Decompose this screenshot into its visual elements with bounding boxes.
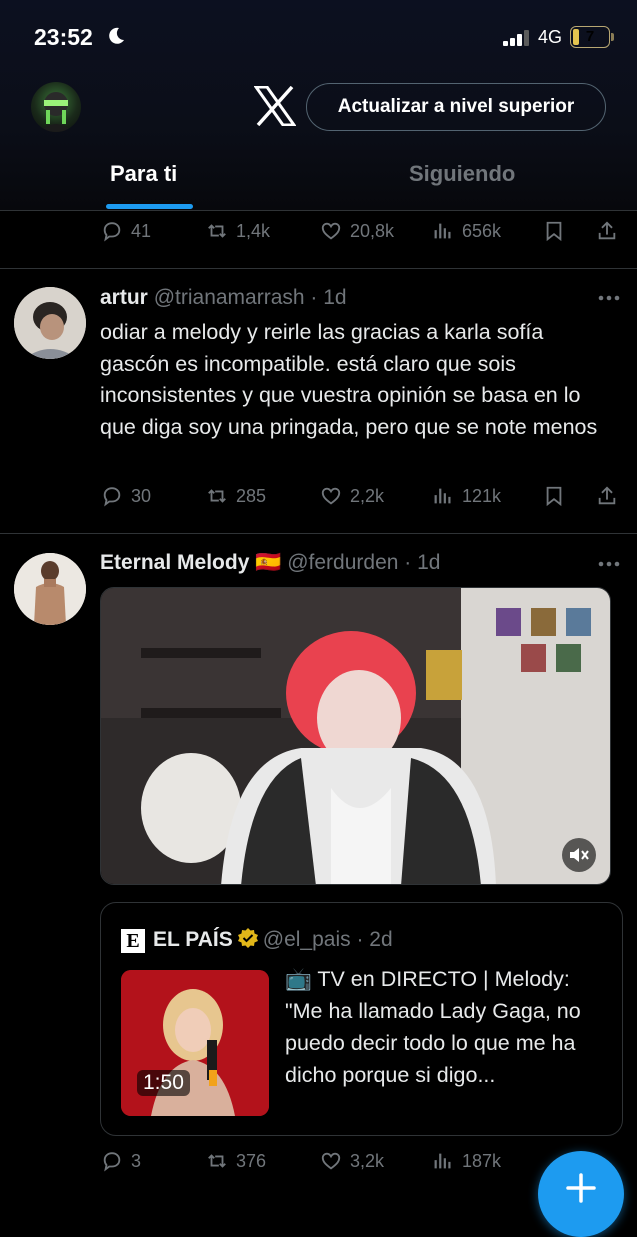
more-icon[interactable] xyxy=(597,294,621,302)
mute-icon xyxy=(570,848,589,862)
repost-button[interactable]: 285 xyxy=(206,485,266,507)
views-count: 121k xyxy=(462,485,502,506)
share-button[interactable] xyxy=(596,485,618,507)
repost-button[interactable]: 1,4k xyxy=(206,220,270,242)
share-icon xyxy=(598,221,616,240)
quoted-author-name[interactable]: EL PAÍS xyxy=(153,928,233,951)
battery-icon: 7 xyxy=(570,26,610,48)
quoted-tweet[interactable]: E EL PAÍS @el_pais · 2d 1:50 📺 TV en DIR… xyxy=(100,902,623,1136)
video-duration: 1:50 xyxy=(137,1070,190,1096)
quoted-author-handle[interactable]: @el_pais xyxy=(263,928,351,951)
verified-icon xyxy=(237,928,258,948)
avatar-image xyxy=(39,92,73,132)
more-icon[interactable] xyxy=(597,560,621,568)
moon-icon xyxy=(109,27,124,44)
views-button[interactable]: 187k xyxy=(432,1150,501,1172)
like-icon xyxy=(321,1152,341,1170)
views-icon xyxy=(434,1153,451,1169)
reply-icon xyxy=(103,487,121,507)
battery-tip xyxy=(611,33,614,41)
signal-icon xyxy=(503,30,529,46)
top-action-bar: 41 1,4k 20,8k 656k xyxy=(0,220,637,250)
reply-button[interactable]: 30 xyxy=(101,485,151,507)
tab-following[interactable]: Siguiendo xyxy=(409,161,515,187)
repost-count: 285 xyxy=(236,485,267,506)
like-icon xyxy=(321,487,341,505)
tweet-time: · 1d xyxy=(404,551,441,574)
tweet-header: artur @trianamarrash · 1d xyxy=(100,286,347,310)
status-time: 23:52 xyxy=(34,24,93,50)
flag-emoji: 🇪🇸 xyxy=(255,551,282,574)
quoted-header: EL PAÍS @el_pais · 2d xyxy=(153,927,393,952)
reply-button[interactable]: 41 xyxy=(101,220,151,242)
video-frame xyxy=(101,588,610,884)
author-name[interactable]: artur xyxy=(100,286,148,309)
compose-button[interactable] xyxy=(538,1151,624,1237)
like-button[interactable]: 2,2k xyxy=(320,485,384,507)
tweet-text: odiar a melody y reirle las gracias a ka… xyxy=(100,320,598,439)
tab-for-you[interactable]: Para ti xyxy=(110,161,177,187)
author-handle[interactable]: @ferdurden xyxy=(287,551,398,574)
upgrade-button[interactable]: Actualizar a nivel superior xyxy=(306,83,606,131)
avatar-image xyxy=(14,287,86,359)
reply-icon xyxy=(103,1152,121,1172)
views-count: 187k xyxy=(462,1150,502,1171)
reply-icon xyxy=(103,222,121,242)
repost-icon xyxy=(208,224,226,238)
tweet-header: Eternal Melody 🇪🇸 @ferdurden · 1d xyxy=(100,551,440,575)
reply-button[interactable]: 3 xyxy=(101,1150,141,1172)
tweet-divider xyxy=(0,268,637,269)
reply-count: 3 xyxy=(131,1150,142,1171)
repost-icon xyxy=(208,489,226,503)
repost-button[interactable]: 376 xyxy=(206,1150,266,1172)
like-count: 20,8k xyxy=(350,220,395,241)
like-icon xyxy=(321,222,341,240)
video-media[interactable] xyxy=(100,587,611,885)
like-count: 3,2k xyxy=(350,1150,385,1171)
views-icon xyxy=(434,223,451,239)
quoted-text: 📺 TV en DIRECTO | Melody: "Me ha llamado… xyxy=(285,967,581,1087)
views-button[interactable]: 121k xyxy=(432,485,501,507)
views-button[interactable]: 656k xyxy=(432,220,501,242)
avatar[interactable] xyxy=(14,287,86,359)
repost-count: 1,4k xyxy=(236,220,271,241)
reply-count: 41 xyxy=(131,220,152,241)
views-icon xyxy=(434,488,451,504)
share-icon xyxy=(598,486,616,505)
bookmark-icon xyxy=(546,221,562,242)
header-divider xyxy=(0,210,637,211)
x-logo-icon[interactable] xyxy=(254,86,296,126)
like-count: 2,2k xyxy=(350,485,385,506)
share-button[interactable] xyxy=(596,220,618,242)
author-name[interactable]: Eternal Melody xyxy=(100,551,249,574)
bookmark-icon xyxy=(546,486,562,507)
quoted-video-thumbnail[interactable]: 1:50 xyxy=(121,970,269,1116)
tweet-time: · 1d xyxy=(310,286,347,309)
repost-icon xyxy=(208,1154,226,1168)
tab-active-indicator xyxy=(106,204,193,209)
like-button[interactable]: 20,8k xyxy=(320,220,394,242)
author-handle[interactable]: @trianamarrash xyxy=(154,286,305,309)
quoted-time: · 2d xyxy=(356,928,393,951)
repost-count: 376 xyxy=(236,1150,267,1171)
network-type: 4G xyxy=(538,27,563,47)
mute-button[interactable] xyxy=(562,838,596,872)
bookmark-button[interactable] xyxy=(543,220,565,242)
like-button[interactable]: 3,2k xyxy=(320,1150,384,1172)
el-pais-logo: E xyxy=(121,929,145,953)
views-count: 656k xyxy=(462,220,502,241)
tweet-divider xyxy=(0,533,637,534)
tweet-action-bar: 30 285 2,2k 121k xyxy=(0,485,637,515)
battery-level: 7 xyxy=(585,28,595,45)
avatar-image xyxy=(14,553,86,625)
profile-avatar[interactable] xyxy=(31,82,81,132)
avatar[interactable] xyxy=(14,553,86,625)
bookmark-button[interactable] xyxy=(543,485,565,507)
reply-count: 30 xyxy=(131,485,152,506)
